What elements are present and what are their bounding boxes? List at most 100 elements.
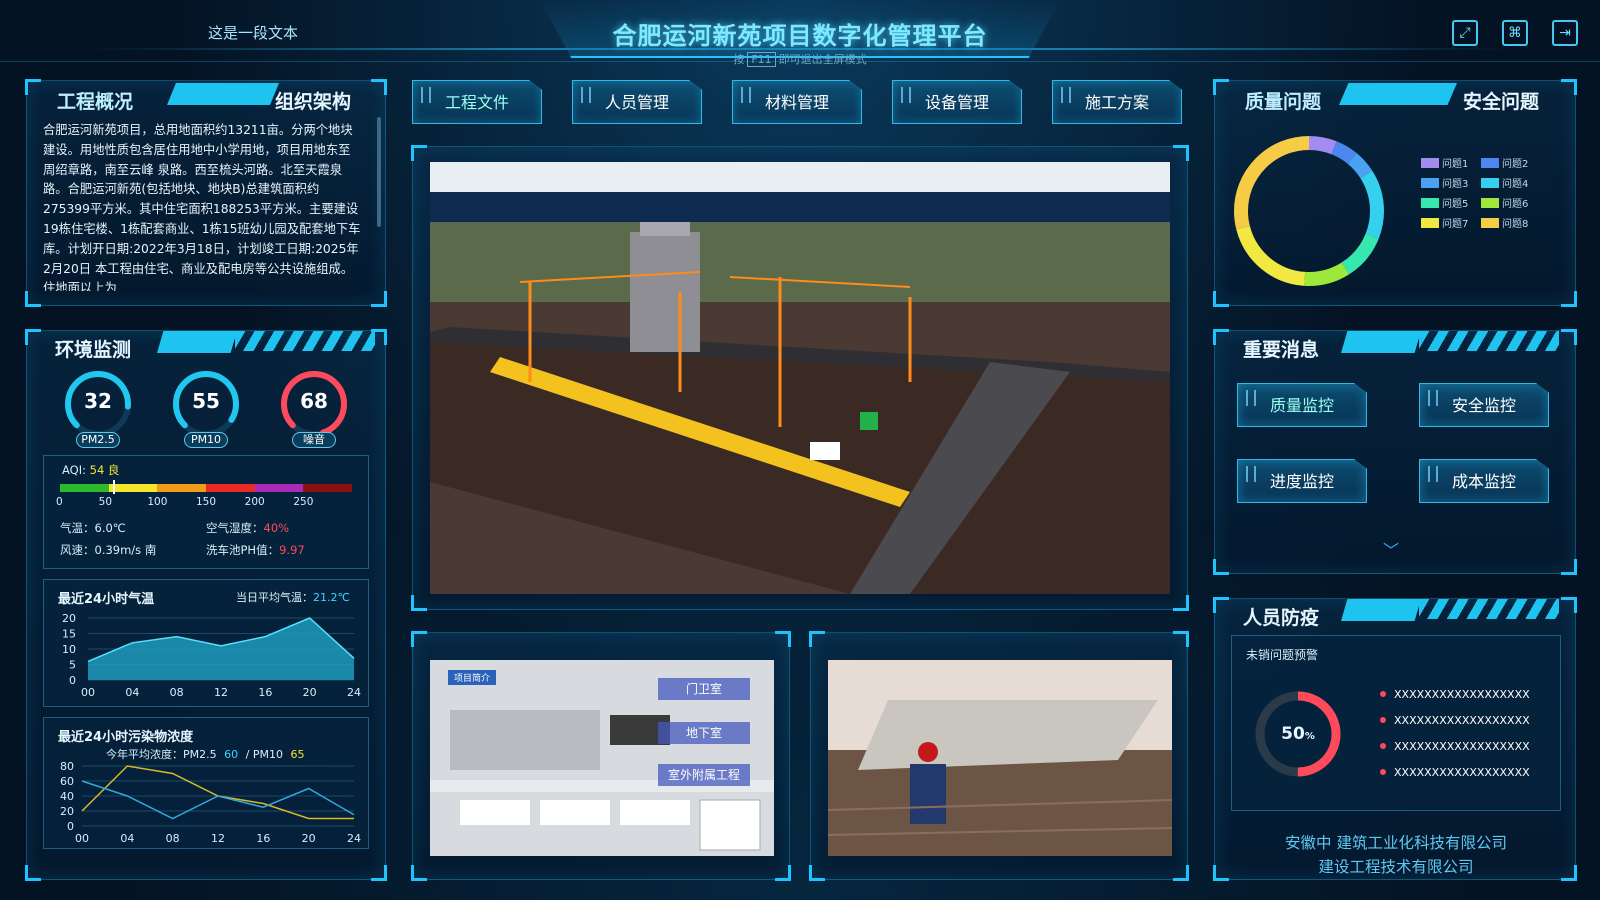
x-tick-label: 12	[211, 832, 225, 845]
aqi-tick: 200	[244, 496, 265, 508]
legend-label: 问题2	[1502, 159, 1529, 170]
legend-item[interactable]: 问题6	[1481, 195, 1528, 210]
gauge-label: PM10	[184, 432, 228, 448]
aqi-ticks: 0 50 100 150 200 250	[56, 496, 356, 510]
tab-organization[interactable]: 组织架构	[275, 87, 351, 114]
legend-item[interactable]: 问题8	[1481, 215, 1528, 230]
plan-label-basement[interactable]: 地下室	[658, 722, 750, 744]
aqi-segment	[303, 484, 353, 492]
gauge-value: 68	[300, 389, 328, 413]
progress-monitor-button[interactable]: 进度监控	[1237, 459, 1367, 503]
temperature-chart-title: 最近24小时气温	[58, 592, 155, 607]
x-tick-label: 04	[120, 832, 134, 845]
plan-label-outdoor[interactable]: 室外附属工程	[658, 764, 750, 786]
page-title: 合肥运河新苑项目数字化管理平台	[612, 22, 988, 50]
tab-5[interactable]: 施工方案	[1052, 80, 1182, 124]
legend-label: 问题5	[1442, 199, 1469, 210]
title-stripes	[1419, 331, 1559, 351]
tab-1[interactable]: 工程文件	[412, 80, 542, 124]
legend-item[interactable]: 问题4	[1481, 175, 1528, 190]
site-model-illustration	[430, 222, 1170, 594]
temperature-avg: 当日平均气温：21.2℃	[236, 589, 350, 605]
quality-donut-chart	[1234, 136, 1384, 286]
site-plan-view[interactable]: 项目简介 门卫室 地下室 室外附属工程	[430, 660, 774, 856]
warning-item[interactable]: XXXXXXXXXXXXXXXXXX	[1380, 766, 1530, 779]
plan-label-gatehouse[interactable]: 门卫室	[658, 678, 750, 700]
legend-label: 问题1	[1442, 159, 1469, 170]
construction-site-3d-view[interactable]	[430, 162, 1170, 594]
legend-swatch	[1481, 178, 1499, 188]
quality-monitor-label: 质量监控	[1269, 396, 1334, 415]
title-decor	[1339, 83, 1457, 105]
warning-item[interactable]: XXXXXXXXXXXXXXXXXX	[1380, 740, 1530, 753]
gauge-label: PM2.5	[76, 432, 120, 448]
legend-label: 问题3	[1442, 179, 1469, 190]
fullscreen-icon[interactable]: ⤢	[1452, 20, 1478, 46]
pollution-chart-title: 最近24小时污染物浓度	[58, 730, 194, 745]
x-tick-label: 20	[303, 686, 317, 699]
pollution-chart-panel: 最近24小时污染物浓度 今年平均浓度：PM2.5 60 / PM10 65 02…	[43, 717, 369, 849]
tab-quality-issues[interactable]: 质量问题	[1245, 87, 1321, 114]
legend-item[interactable]: 问题3	[1421, 175, 1468, 190]
temperature-label: 气温：	[60, 521, 95, 535]
ph-value: 9.97	[279, 543, 305, 557]
epidemic-percent-suffix: %	[1304, 731, 1315, 742]
tab-3[interactable]: 材料管理	[732, 80, 862, 124]
legend-item[interactable]: 问题5	[1421, 195, 1468, 210]
legend-item[interactable]: 问题1	[1421, 155, 1468, 170]
aqi-tick: 50	[98, 496, 113, 508]
aqi-marker	[112, 480, 115, 494]
epidemic-title: 人员防疫	[1243, 607, 1320, 629]
quality-monitor-button[interactable]: 质量监控	[1237, 383, 1367, 427]
warning-item[interactable]: XXXXXXXXXXXXXXXXXX	[1380, 688, 1530, 701]
humidity-value: 40%	[263, 521, 290, 535]
tab-label: 材料管理	[764, 93, 829, 112]
company-name-1: 安徽中 建筑工业化科技有限公司	[1285, 834, 1507, 852]
legend-item[interactable]: 问题7	[1421, 215, 1468, 230]
y-tick-label: 40	[60, 790, 74, 803]
x-tick-label: 04	[125, 686, 139, 699]
gauge-value: 55	[192, 389, 220, 413]
epidemic-warning-panel: 未销问题预警 50% XXXXXXXXXXXXXXXXXX XXXXXXXXXX…	[1231, 635, 1561, 811]
y-tick-label: 0	[67, 820, 74, 833]
temperature-chart-panel: 最近24小时气温 当日平均气温：21.2℃ 0 5 10 15 20 00 04 08 12 16…	[43, 579, 369, 707]
cost-monitor-button[interactable]: 成本监控	[1419, 459, 1549, 503]
humidity-label: 空气湿度：	[206, 521, 264, 535]
y-tick-label: 20	[60, 805, 74, 818]
aqi-tick: 0	[56, 496, 63, 508]
tab-4[interactable]: 设备管理	[892, 80, 1022, 124]
chevron-down-icon[interactable]: ﹀	[1383, 537, 1399, 561]
apps-icon[interactable]: ⌘	[1502, 20, 1528, 46]
legend-swatch	[1421, 158, 1439, 168]
title-stripes	[235, 331, 375, 351]
x-tick-label: 08	[170, 686, 184, 699]
x-tick-label: 00	[81, 686, 95, 699]
folder-icon	[901, 87, 911, 103]
logout-icon[interactable]: ⇥	[1552, 20, 1578, 46]
legend-item[interactable]: 问题2	[1481, 155, 1528, 170]
title-stripes	[1419, 599, 1559, 619]
aqi-scale-bar	[60, 484, 353, 492]
x-tick-label: 24	[347, 686, 361, 699]
overview-scrollbar[interactable]	[377, 117, 381, 227]
humidity-row: 空气湿度：40%	[206, 520, 289, 536]
epidemic-panel: 人员防疫 未销问题预警 50% XXXXXXXXXXXXXXXXXX XXXXX…	[1213, 597, 1577, 881]
live-camera-feed[interactable]	[828, 660, 1172, 856]
temperature-value: 6.0℃	[94, 521, 126, 535]
overview-panel: 工程概况 组织架构 合肥运河新苑项目，总用地面积约13211亩。分两个地块建设。…	[25, 79, 387, 307]
aqi-tick: 100	[147, 496, 168, 508]
tab-overview[interactable]: 工程概况	[57, 87, 133, 114]
tab-safety-issues[interactable]: 安全问题	[1463, 87, 1539, 114]
progress-monitor-label: 进度监控	[1269, 472, 1334, 491]
tab-2[interactable]: 人员管理	[572, 80, 702, 124]
environment-panel: 环境监测 32 PM2.5 55 PM10 68 噪音 AQI: 54 良 0 50 100 1…	[25, 329, 387, 881]
aqi-panel: AQI: 54 良 0 50 100 150 200 250 气温：6.0℃ 空气湿度：4…	[43, 455, 369, 569]
legend-label: 问题4	[1502, 179, 1529, 190]
legend-label: 问题7	[1442, 219, 1469, 230]
warning-item[interactable]: XXXXXXXXXXXXXXXXXX	[1380, 714, 1530, 727]
temperature-chart: 0 5 10 15 20 00 04 08 12 16 20 24	[62, 612, 361, 699]
fullscreen-hint: 按 F11 即可退出全屏模式	[540, 51, 1060, 67]
safety-monitor-button[interactable]: 安全监控	[1419, 383, 1549, 427]
aqi-segment	[60, 484, 109, 492]
ph-label: 洗车池PH值：	[206, 543, 280, 557]
